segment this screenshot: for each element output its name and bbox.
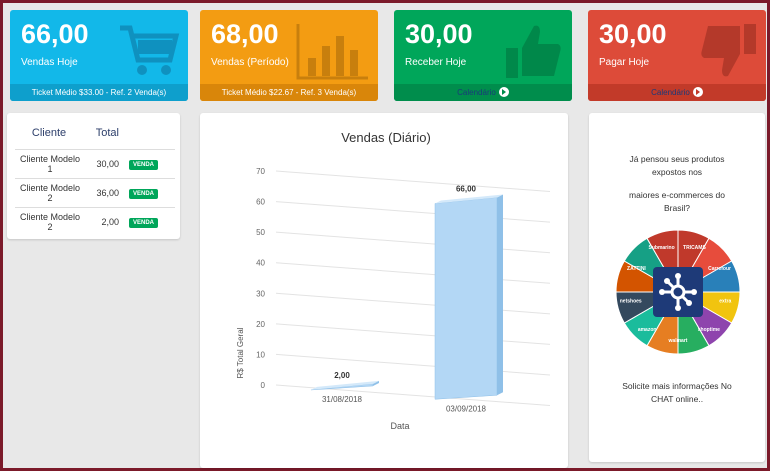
wheel-brand-label: extra xyxy=(719,298,731,304)
y-tick-label: 40 xyxy=(256,259,265,268)
client-name: Cliente Modelo 1 xyxy=(15,148,83,178)
thumbs-down-icon xyxy=(701,24,756,77)
table-row: Cliente Modelo 2 36,00 VENDA xyxy=(15,177,175,207)
chart-bar xyxy=(434,194,503,400)
gridline xyxy=(275,231,551,254)
wheel-brand-label: amazon xyxy=(638,327,657,333)
y-tick-label: 10 xyxy=(256,350,265,359)
y-tick-label: 0 xyxy=(261,381,266,390)
calendar-link[interactable]: Calendário xyxy=(394,84,572,101)
y-tick-label: 20 xyxy=(256,320,265,329)
bar-value-label: 2,00 xyxy=(334,371,350,380)
y-tick-label: 60 xyxy=(256,198,265,207)
recent-sales-panel: Cliente Total Cliente Modelo 1 30,00 VEN… xyxy=(7,113,180,239)
venda-button[interactable]: VENDA xyxy=(129,159,159,170)
card-label: Pagar Hoje xyxy=(599,57,650,68)
y-tick-label: 50 xyxy=(256,228,265,237)
arrow-right-icon xyxy=(498,86,509,97)
wheel-brand-label: shoptime xyxy=(698,327,720,333)
calendar-link-label[interactable]: Calendário xyxy=(457,88,496,97)
marketplace-ad-panel[interactable]: Já pensou seus produtos expostos nos mai… xyxy=(589,113,765,462)
sale-total: 30,00 xyxy=(83,148,125,178)
bar-chart-icon xyxy=(296,24,368,80)
card-label: Vendas (Período) xyxy=(211,57,289,68)
client-name: Cliente Modelo 2 xyxy=(15,206,83,236)
ad-text-question: maiores e-commerces do Brasil? xyxy=(629,190,725,213)
y-tick-label: 70 xyxy=(256,167,265,176)
gridline xyxy=(275,323,551,345)
sale-total: 36,00 xyxy=(83,177,125,207)
column-header-total: Total xyxy=(95,126,119,139)
chart-bar xyxy=(310,380,379,391)
card-label: Vendas Hoje xyxy=(21,57,78,68)
x-tick-label: 03/09/2018 xyxy=(446,404,487,413)
recent-sales-table: Cliente Total Cliente Modelo 1 30,00 VEN… xyxy=(15,113,175,236)
y-tick-label: 30 xyxy=(256,289,265,298)
client-name: Cliente Modelo 2 xyxy=(15,177,83,207)
x-tick-label: 31/08/2018 xyxy=(322,395,363,404)
card-value: 30,00 xyxy=(405,19,473,49)
daily-sales-chart: Vendas (Diário) R$ Total Geral Data 0 10 2… xyxy=(236,130,551,431)
receive-today-card[interactable]: 30,00 Receber Hoje Calendário xyxy=(394,10,572,101)
wheel-brand-label: netshoes xyxy=(620,298,642,304)
chart-y-axis-label: R$ Total Geral xyxy=(236,327,245,378)
gridline xyxy=(275,353,551,376)
chart-title: Vendas (Diário) xyxy=(341,130,431,145)
card-value: 66,00 xyxy=(21,19,89,49)
table-row: Cliente Modelo 2 2,00 VENDA xyxy=(15,206,175,236)
wheel-brand-label: TRICAMS xyxy=(683,245,706,251)
ad-text-intro: Já pensou seus produtos expostos nos xyxy=(629,154,725,177)
pay-today-card[interactable]: 30,00 Pagar Hoje Calendário xyxy=(588,10,766,101)
card-value: 30,00 xyxy=(599,19,667,49)
wheel-brand-label: ZATTINI xyxy=(627,266,646,272)
card-label: Receber Hoje xyxy=(405,57,467,68)
wheel-brand-label: Carrefour xyxy=(708,266,731,272)
venda-button[interactable]: VENDA xyxy=(129,217,159,228)
daily-sales-chart-panel: Vendas (Diário) R$ Total Geral Data 0 10 2… xyxy=(200,113,568,468)
calendar-link[interactable]: Calendário xyxy=(588,84,766,101)
gridline xyxy=(275,201,551,223)
sale-total: 2,00 xyxy=(83,206,125,236)
card-footer[interactable]: Ticket Médio $33.00 - Ref. 2 Venda(s) xyxy=(10,84,188,101)
chart-x-axis-label: Data xyxy=(390,421,409,431)
card-footer[interactable]: Ticket Médio $22.67 - Ref. 3 Venda(s) xyxy=(200,84,378,101)
card-value: 68,00 xyxy=(211,19,279,49)
ad-text-cta: Solicite mais informações No CHAT online… xyxy=(622,381,732,404)
shopping-cart-icon xyxy=(120,25,180,75)
column-header-client: Cliente xyxy=(31,126,67,139)
thumbs-up-icon xyxy=(506,25,561,78)
sales-period-card[interactable]: 68,00 Vendas (Período) Ticket Médio $22.… xyxy=(200,10,378,101)
marketplace-wheel-logo: TRICAMS Carrefour extra shoptime walmart amaz… xyxy=(615,229,741,355)
table-row: Cliente Modelo 1 30,00 VENDA xyxy=(15,148,175,178)
wheel-brand-label: walmart xyxy=(668,338,688,344)
calendar-link-label[interactable]: Calendário xyxy=(651,88,690,97)
sales-today-card[interactable]: 66,00 Vendas Hoje Ticket Médio $33.00 - … xyxy=(10,10,188,101)
bar-value-label: 66,00 xyxy=(456,184,477,193)
gridline xyxy=(275,170,551,193)
venda-button[interactable]: VENDA xyxy=(129,188,159,199)
gridline xyxy=(275,292,551,315)
wheel-brand-label: Submarino xyxy=(649,245,675,251)
arrow-right-icon xyxy=(692,86,703,97)
gridline xyxy=(275,262,551,284)
